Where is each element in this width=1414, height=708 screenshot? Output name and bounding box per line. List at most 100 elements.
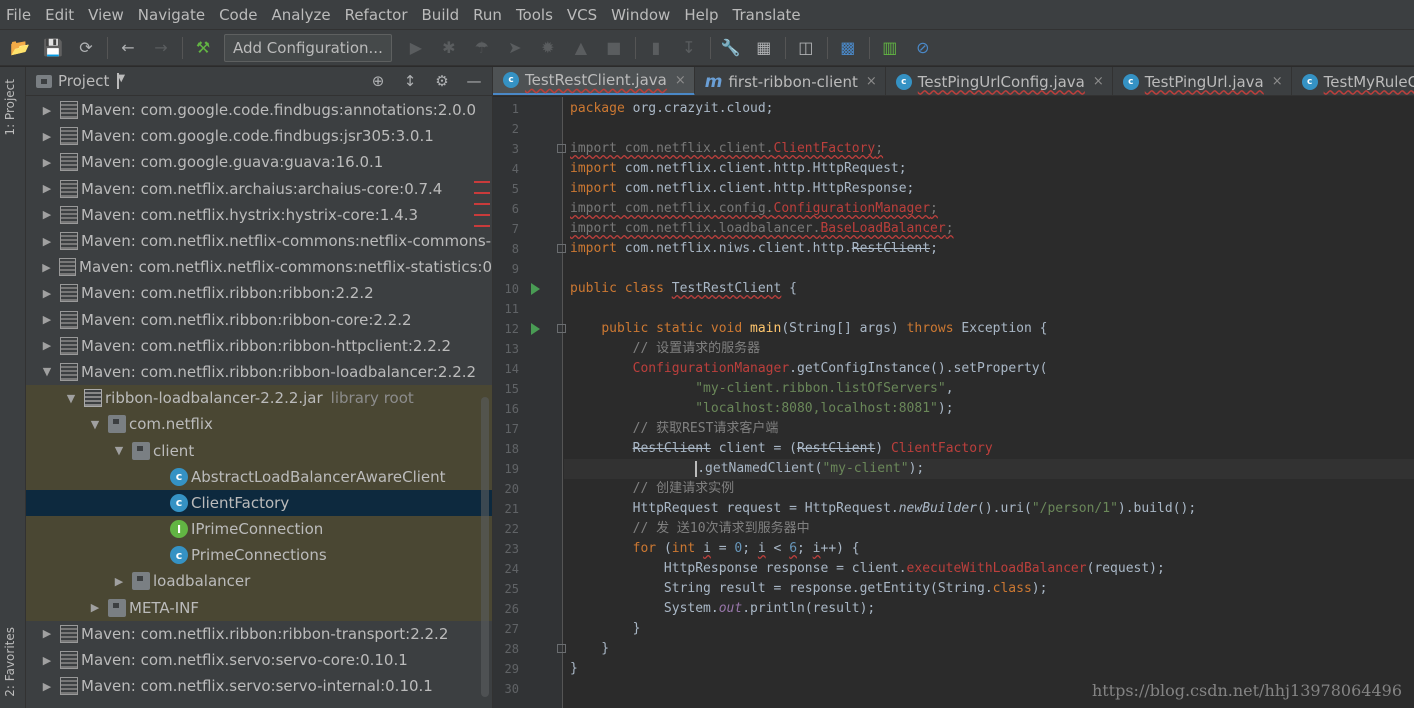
menu-item-run[interactable]: Run: [473, 6, 502, 24]
menu-item-navigate[interactable]: Navigate: [138, 6, 205, 24]
collapsed-arrow-icon[interactable]: ▶: [40, 104, 54, 117]
collapsed-arrow-icon[interactable]: ▶: [40, 287, 54, 300]
tree-item[interactable]: ▶ Maven: com.netflix.hystrix:hystrix-core…: [26, 202, 492, 228]
chevron-down-icon[interactable]: ▼: [117, 73, 125, 89]
menu-item-window[interactable]: Window: [611, 6, 670, 24]
collapsed-arrow-icon[interactable]: ▶: [88, 601, 102, 614]
menu-item-help[interactable]: Help: [684, 6, 718, 24]
tree-item[interactable]: ▶ Maven: com.netflix.netflix-commons:netf…: [26, 228, 492, 254]
collapsed-arrow-icon[interactable]: ▶: [112, 575, 126, 588]
close-icon[interactable]: ×: [866, 74, 877, 89]
locate-target-icon[interactable]: ⊕: [368, 71, 388, 91]
open-folder-icon[interactable]: 📂: [8, 36, 32, 60]
minimize-icon[interactable]: —: [464, 71, 484, 91]
gear-icon[interactable]: ⚙: [432, 71, 452, 91]
tree-item[interactable]: ▼ ribbon-loadbalancer-2.2.2.jar library ro…: [26, 385, 492, 412]
collapsed-arrow-icon[interactable]: ▶: [40, 235, 54, 248]
collapsed-arrow-icon[interactable]: ▶: [40, 261, 53, 274]
project-structure-icon[interactable]: ▦: [752, 36, 776, 60]
expanded-arrow-icon[interactable]: ▼: [88, 418, 102, 431]
save-icon[interactable]: 💾: [41, 36, 65, 60]
collapsed-arrow-icon[interactable]: ▶: [40, 339, 54, 352]
menu-item-tools[interactable]: Tools: [516, 6, 553, 24]
tree-item[interactable]: ▼ com.netflix: [26, 411, 492, 438]
menu-item-analyze[interactable]: Analyze: [271, 6, 330, 24]
editor-tab[interactable]: c TestRestClient.java ×: [493, 67, 695, 95]
editor-tab[interactable]: c TestMyRuleC: [1292, 67, 1414, 95]
expanded-arrow-icon[interactable]: ▼: [40, 365, 54, 378]
tree-item[interactable]: c PrimeConnections: [26, 542, 492, 569]
tree-item[interactable]: c AbstractLoadBalancerAwareClient: [26, 463, 492, 490]
project-tool-tab[interactable]: 1: Project: [3, 79, 17, 136]
code-area[interactable]: package org.crazyit.cloud; import com.net…: [564, 97, 1414, 708]
back-arrow-icon[interactable]: ←: [116, 36, 140, 60]
tree-item[interactable]: I IPrimeConnection: [26, 516, 492, 543]
forward-arrow-icon[interactable]: →: [149, 36, 173, 60]
tree-item[interactable]: ▶ Maven: com.netflix.ribbon:ribbon-core:2…: [26, 307, 492, 333]
tree-item[interactable]: ▼ Maven: com.netflix.ribbon:ribbon-loadba…: [26, 359, 492, 385]
debug-alt-icon[interactable]: ✹: [536, 36, 560, 60]
stop-icon[interactable]: ■: [602, 36, 626, 60]
menu-item-file[interactable]: File: [6, 6, 31, 24]
collapsed-arrow-icon[interactable]: ▶: [40, 680, 54, 693]
menu-item-refactor[interactable]: Refactor: [345, 6, 408, 24]
vcs-update-icon[interactable]: ▮: [644, 36, 668, 60]
menu-item-vcs[interactable]: VCS: [567, 6, 597, 24]
tree-item[interactable]: c ClientFactory: [26, 489, 492, 516]
activity-monitor-icon[interactable]: ▥: [878, 36, 902, 60]
tree-item[interactable]: ▶ Maven: com.netflix.servo:servo-core:0.1…: [26, 647, 492, 673]
run-icon[interactable]: ▶: [404, 36, 428, 60]
tree-item[interactable]: ▶ META-INF: [26, 594, 492, 621]
collapsed-arrow-icon[interactable]: ▶: [40, 627, 54, 640]
translate-icon[interactable]: ▩: [836, 36, 860, 60]
expanded-arrow-icon[interactable]: ▼: [64, 392, 78, 405]
editor-tab[interactable]: c TestPingUrl.java ×: [1113, 67, 1292, 95]
collapsed-arrow-icon[interactable]: ▶: [40, 130, 54, 143]
menu-item-code[interactable]: Code: [219, 6, 257, 24]
tree-item[interactable]: ▶ Maven: com.netflix.archaius:archaius-co…: [26, 176, 492, 202]
tree-item[interactable]: ▶ Maven: com.netflix.ribbon:ribbon-httpcl…: [26, 333, 492, 359]
line-number: 5: [511, 182, 519, 196]
add-configuration-button[interactable]: Add Configuration...: [224, 33, 392, 62]
editor-tab[interactable]: c TestPingUrlConfig.java ×: [886, 67, 1113, 95]
editor-tab[interactable]: m first-ribbon-client ×: [695, 67, 886, 95]
sdk-manager-icon[interactable]: ◫: [794, 36, 818, 60]
build-hammer-icon[interactable]: ⚒: [191, 36, 215, 60]
menu-item-translate[interactable]: Translate: [733, 6, 801, 24]
menu-item-edit[interactable]: Edit: [45, 6, 74, 24]
close-icon[interactable]: ×: [1093, 74, 1104, 89]
vcs-commit-icon[interactable]: ↧: [677, 36, 701, 60]
favorites-tool-tab[interactable]: 2: Favorites: [3, 627, 17, 697]
tree-item[interactable]: ▶ Maven: com.google.guava:guava:16.0.1: [26, 149, 492, 175]
collapsed-arrow-icon[interactable]: ▶: [40, 156, 54, 169]
tree-item[interactable]: ▶ loadbalancer: [26, 568, 492, 595]
expanded-arrow-icon[interactable]: ▼: [112, 444, 126, 457]
debug-icon[interactable]: ✱: [437, 36, 461, 60]
collapsed-arrow-icon[interactable]: ▶: [40, 654, 54, 667]
tree-item[interactable]: ▶ Maven: com.google.code.findbugs:annotat…: [26, 97, 492, 123]
attach-icon[interactable]: ▲: [569, 36, 593, 60]
tree-item[interactable]: ▶ Maven: com.netflix.ribbon:ribbon-transp…: [26, 621, 492, 647]
run-gutter-icon[interactable]: [531, 283, 540, 295]
tree-item[interactable]: ▶ Maven: com.netflix.netflix-commons:netf…: [26, 254, 492, 280]
project-panel-title[interactable]: Project: [58, 72, 109, 90]
close-icon[interactable]: ×: [675, 73, 686, 88]
sync-icon[interactable]: ⟳: [74, 36, 98, 60]
project-scrollbar[interactable]: [481, 397, 489, 697]
tree-item[interactable]: ▼ client: [26, 437, 492, 464]
menu-item-view[interactable]: View: [88, 6, 124, 24]
close-icon[interactable]: ×: [1272, 74, 1283, 89]
run-gutter-icon[interactable]: [531, 323, 540, 335]
tree-item[interactable]: ▶ Maven: com.google.code.findbugs:jsr305:…: [26, 123, 492, 149]
tree-item[interactable]: ▶ Maven: com.netflix.ribbon:ribbon:2.2.2: [26, 280, 492, 306]
no-entry-icon[interactable]: ⊘: [911, 36, 935, 60]
tree-item[interactable]: ▶ Maven: com.netflix.servo:servo-internal…: [26, 673, 492, 699]
collapsed-arrow-icon[interactable]: ▶: [40, 313, 54, 326]
collapsed-arrow-icon[interactable]: ▶: [40, 182, 54, 195]
profile-icon[interactable]: ➤: [503, 36, 527, 60]
collapsed-arrow-icon[interactable]: ▶: [40, 208, 54, 221]
wrench-icon[interactable]: 🔧: [719, 36, 743, 60]
collapse-all-icon[interactable]: ↕: [400, 71, 420, 91]
coverage-icon[interactable]: ☂: [470, 36, 494, 60]
menu-item-build[interactable]: Build: [422, 6, 460, 24]
